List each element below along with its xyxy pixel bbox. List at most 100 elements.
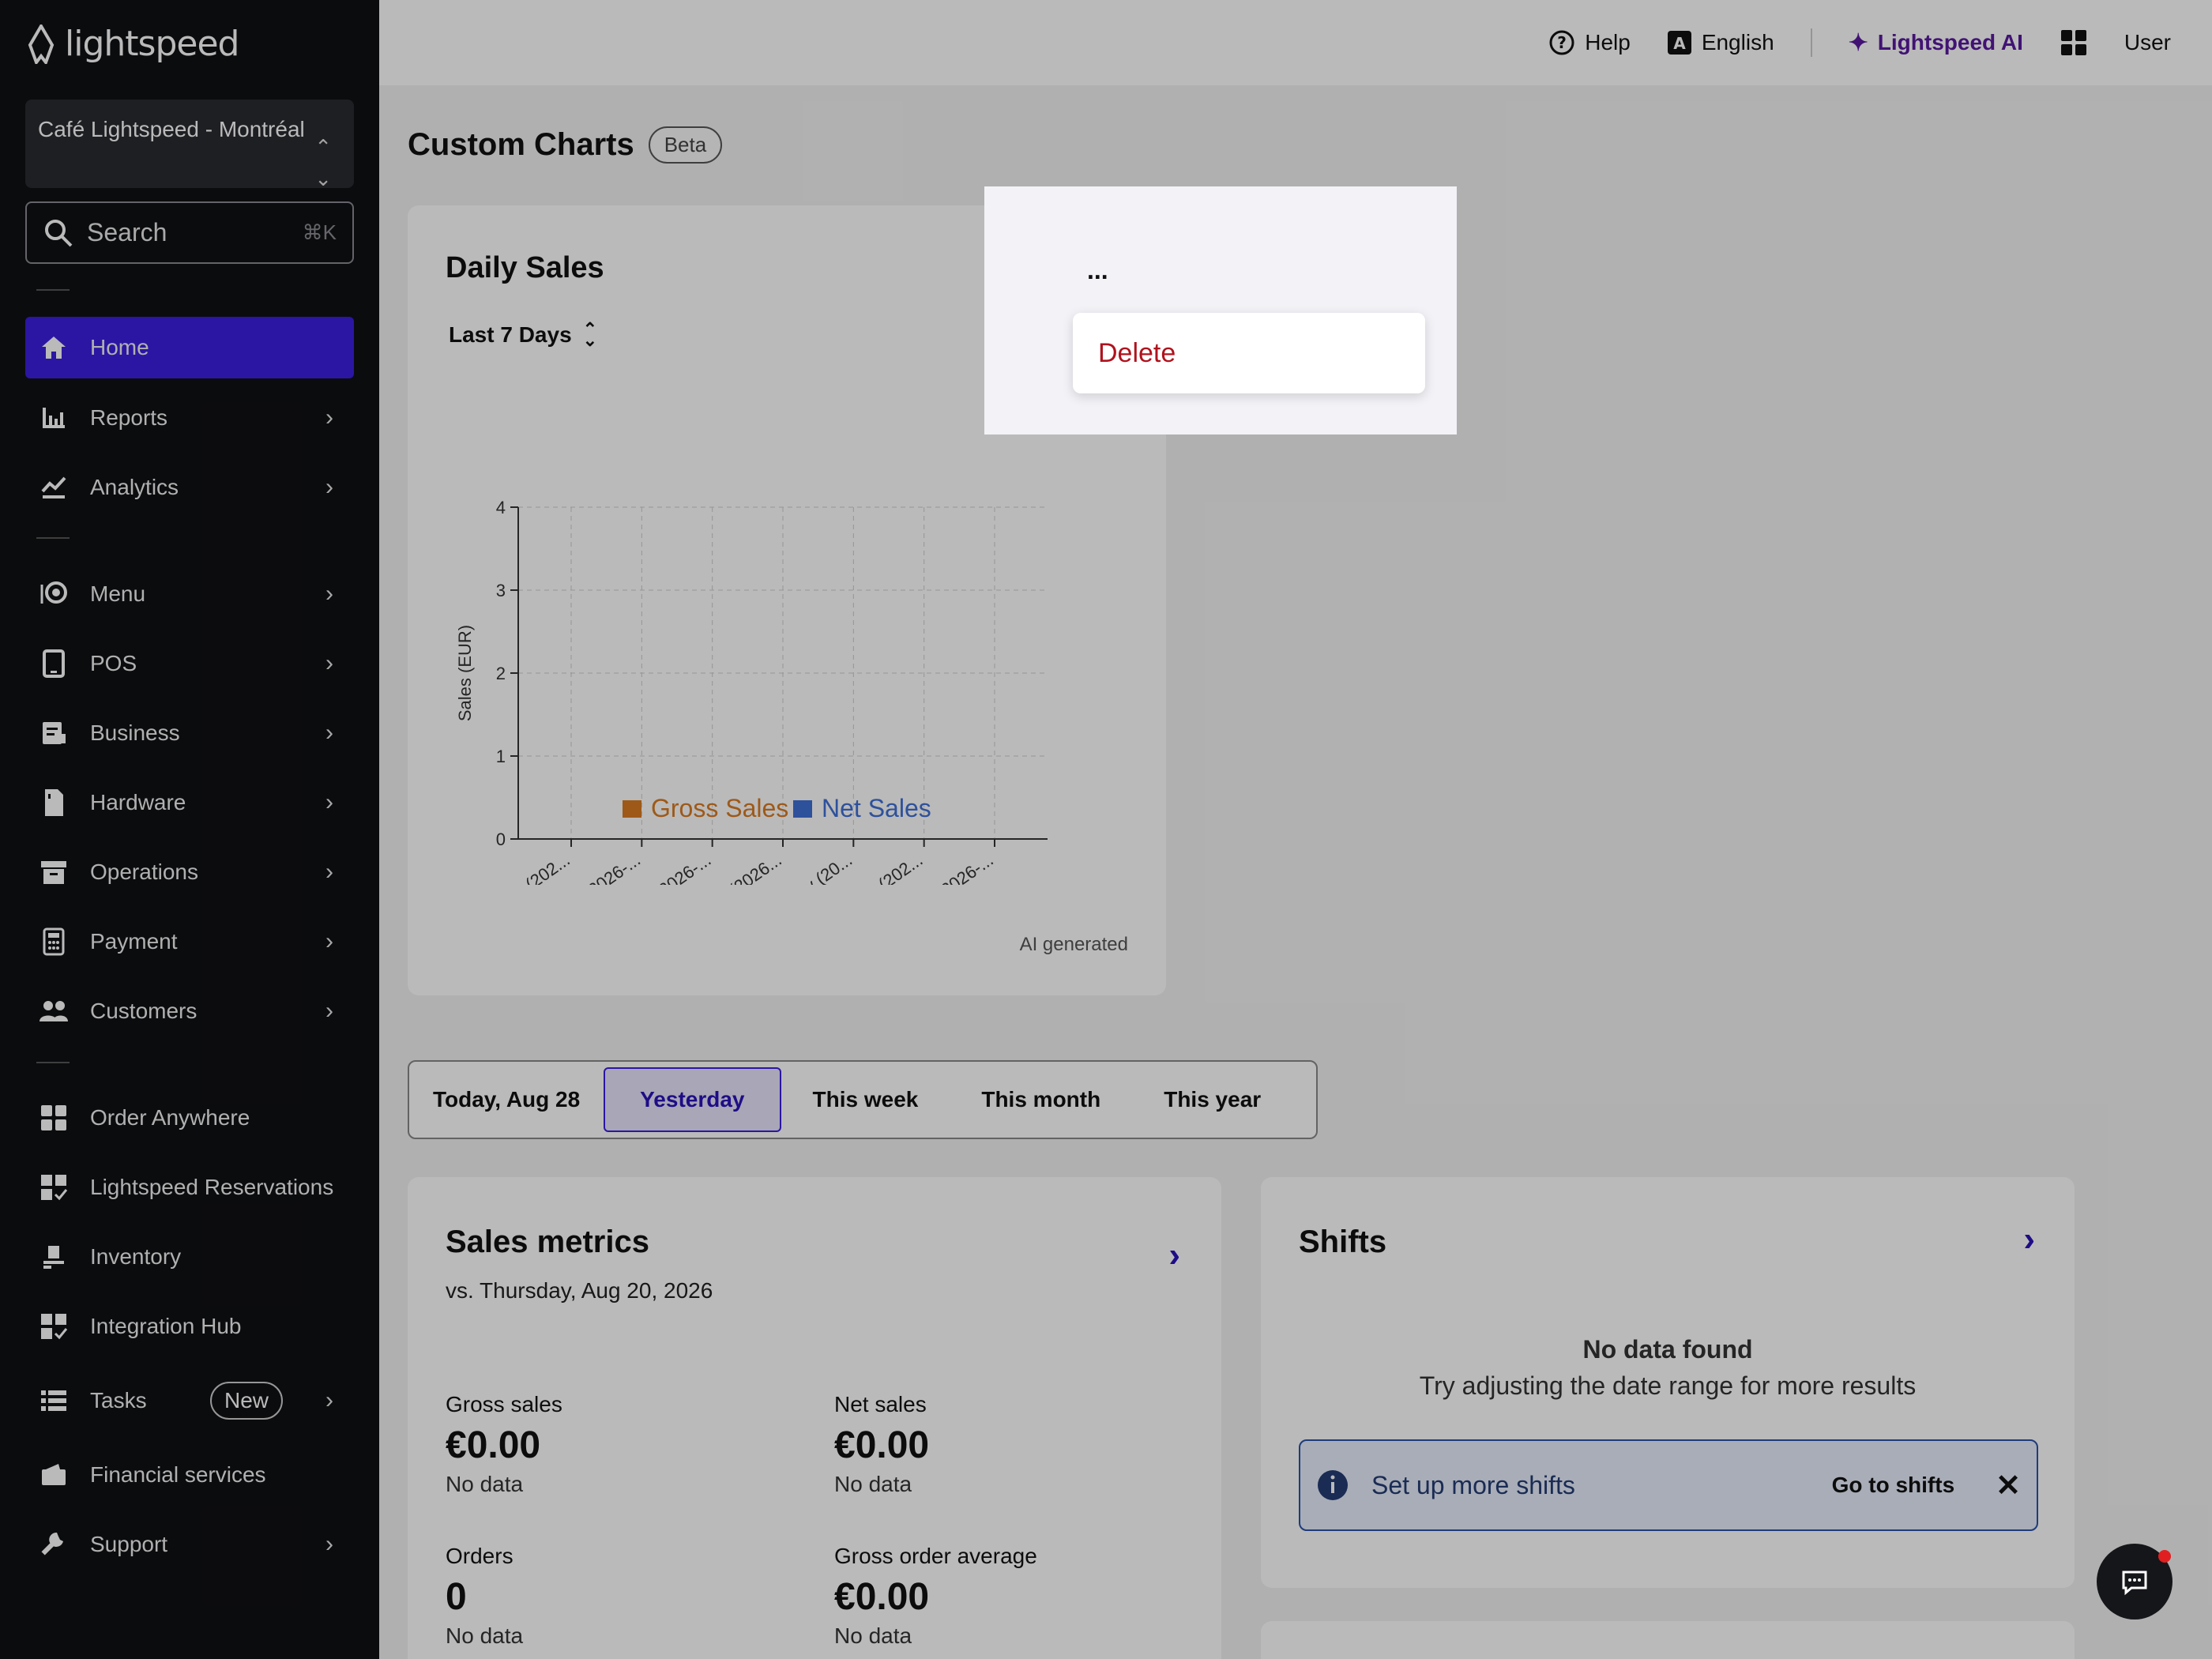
sales-metrics-card: Sales metrics vs. Thursday, Aug 20, 2026…: [408, 1177, 1221, 1659]
tablet-icon: [38, 648, 70, 679]
sidebar-item-business[interactable]: Business ›: [25, 702, 354, 764]
sidebar-item-financial-services[interactable]: Financial services: [25, 1444, 354, 1506]
shifts-title: Shifts: [1299, 1224, 1387, 1259]
date-range-tabs: Today, Aug 28 Yesterday This week This m…: [408, 1060, 1318, 1139]
lightspeed-ai-button[interactable]: ✦ Lightspeed AI: [1849, 29, 2023, 57]
sidebar-item-label: Order Anywhere: [90, 1105, 250, 1130]
more-options-icon[interactable]: ...: [1087, 256, 1108, 285]
delete-label: Delete: [1098, 337, 1176, 368]
y-axis-label: Sales (EUR): [455, 625, 475, 721]
chevron-right-icon: ›: [325, 1387, 333, 1413]
chevron-right-icon[interactable]: ›: [2023, 1220, 2035, 1259]
grid-check-icon: [38, 1311, 70, 1342]
chevron-right-icon: ›: [325, 404, 333, 431]
legend-swatch: [793, 800, 812, 818]
sidebar-item-label: Home: [90, 335, 149, 359]
y-tick-label: 1: [496, 747, 506, 766]
apps-button[interactable]: [2060, 28, 2088, 57]
sidebar-item-integration-hub[interactable]: Integration Hub: [25, 1296, 354, 1357]
tab-this-year[interactable]: This year: [1132, 1087, 1292, 1112]
metric-note: No data: [446, 1472, 524, 1496]
sidebar-item-label: Lightspeed Reservations: [90, 1175, 334, 1199]
y-tick-label: 3: [496, 581, 506, 600]
help-icon: ?: [1549, 30, 1574, 55]
sidebar-item-inventory[interactable]: Inventory: [25, 1226, 354, 1288]
sidebar-item-support[interactable]: Support ›: [25, 1514, 354, 1575]
sidebar-item-label: Support: [90, 1532, 168, 1556]
page-header: Custom Charts Beta: [408, 126, 723, 164]
legend-label: Net Sales: [822, 794, 931, 822]
sparkle-icon: ✦: [1848, 29, 1868, 56]
y-tick-label: 4: [496, 498, 506, 517]
chat-button[interactable]: [2097, 1544, 2172, 1620]
menu-cup-icon: [38, 578, 70, 610]
metric-label: Orders: [446, 1544, 514, 1568]
sidebar-item-customers[interactable]: Customers ›: [25, 980, 354, 1042]
sidebar-item-label: Operations: [90, 860, 198, 884]
sidebar-item-reservations[interactable]: Lightspeed Reservations: [25, 1157, 354, 1218]
page-title: Custom Charts: [408, 127, 634, 162]
sidebar-item-label: Business: [90, 720, 180, 745]
net-sales-metric: Net sales €0.00 No data: [834, 1392, 929, 1497]
sidebar-item-label: Hardware: [90, 790, 186, 814]
inventory-icon: [38, 1241, 70, 1273]
language-icon: A: [1667, 31, 1691, 55]
archive-icon: [38, 856, 70, 888]
calculator-icon: [38, 926, 70, 957]
sidebar: lightspeed Café Lightspeed - Montréal ⌃ ⌄…: [0, 0, 379, 1659]
sidebar-item-label: Tasks: [90, 1388, 147, 1413]
ai-label: Lightspeed AI: [1877, 30, 2023, 55]
go-to-shifts-link[interactable]: Go to shifts: [1832, 1473, 1955, 1498]
sidebar-item-label: Reports: [90, 405, 168, 430]
metric-value: 0: [446, 1576, 467, 1618]
trend-icon: [38, 472, 70, 503]
beta-badge: Beta: [648, 126, 723, 164]
sidebar-item-hardware[interactable]: Hardware ›: [25, 772, 354, 833]
sidebar-item-tasks[interactable]: Tasks New ›: [25, 1370, 354, 1431]
metric-note: No data: [834, 1472, 912, 1496]
gross-order-average-metric: Gross order average €0.00 No data: [834, 1544, 1037, 1649]
location-selector[interactable]: Café Lightspeed - Montréal ⌃ ⌄: [25, 100, 354, 190]
search-shortcut: ⌘K: [302, 220, 337, 244]
wallet-icon: [38, 1459, 70, 1491]
sidebar-item-payment[interactable]: Payment ›: [25, 911, 354, 972]
logo[interactable]: lightspeed: [25, 24, 239, 64]
location-name: Café Lightspeed - Montréal: [38, 117, 305, 141]
people-icon: [38, 995, 70, 1027]
help-button[interactable]: ? Help: [1548, 29, 1631, 56]
logo-text: lightspeed: [65, 24, 239, 64]
language-button[interactable]: A English: [1667, 30, 1774, 55]
sidebar-item-order-anywhere[interactable]: Order Anywhere: [25, 1087, 354, 1149]
empty-state-title: No data found: [1582, 1335, 1753, 1364]
next-card: [1261, 1621, 2075, 1659]
tab-yesterday[interactable]: Yesterday: [604, 1067, 781, 1132]
sidebar-item-label: Customers: [90, 999, 198, 1023]
chart-range-select[interactable]: Last 7 Days ⌃ ⌄: [449, 319, 598, 350]
sidebar-item-label: Payment: [90, 929, 178, 954]
sidebar-item-pos[interactable]: POS ›: [25, 633, 354, 694]
chevron-right-icon: ›: [325, 928, 333, 954]
chevron-updown-icon: ⌃ ⌄: [582, 319, 598, 350]
notification-dot: [2158, 1550, 2171, 1563]
sidebar-item-menu[interactable]: Menu ›: [25, 563, 354, 625]
tab-this-week[interactable]: This week: [781, 1087, 950, 1112]
metric-note: No data: [446, 1623, 524, 1648]
metric-value: €0.00: [834, 1576, 930, 1618]
sidebar-item-operations[interactable]: Operations ›: [25, 841, 354, 903]
user-menu[interactable]: User: [2124, 30, 2171, 55]
tab-this-month[interactable]: This month: [950, 1087, 1132, 1112]
delete-menu-item[interactable]: Delete: [1073, 313, 1425, 393]
divider: [36, 537, 70, 539]
sidebar-item-analytics[interactable]: Analytics ›: [25, 457, 354, 518]
y-tick-label: 2: [496, 664, 506, 683]
tab-today[interactable]: Today, Aug 28: [433, 1087, 604, 1112]
close-icon[interactable]: ✕: [1996, 1468, 2021, 1503]
sidebar-item-reports[interactable]: Reports ›: [25, 387, 354, 449]
y-tick-label: 0: [496, 830, 506, 849]
chevron-right-icon[interactable]: ›: [1168, 1236, 1180, 1275]
metric-label: Gross sales: [446, 1392, 562, 1416]
chevron-right-icon: ›: [325, 720, 333, 746]
sidebar-item-home[interactable]: Home: [25, 317, 354, 378]
chevron-right-icon: ›: [325, 789, 333, 815]
search-input[interactable]: Search ⌘K: [25, 201, 354, 264]
